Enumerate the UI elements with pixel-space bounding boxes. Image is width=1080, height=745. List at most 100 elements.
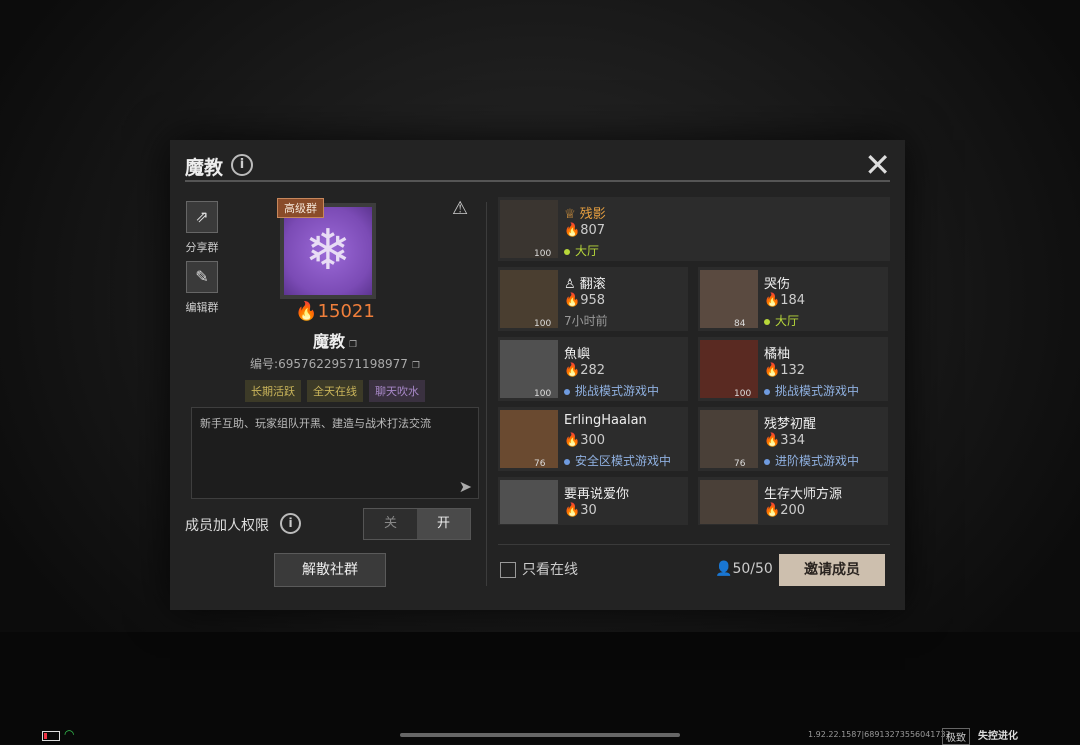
member-name: 橘柚 (764, 347, 791, 362)
brand-logo: 失控进化 (978, 731, 1018, 742)
crown-icon: ♕ (564, 207, 576, 222)
member-level: 100 (534, 319, 552, 329)
member-heat-value: 132 (780, 363, 806, 378)
invite-member-button[interactable]: 邀请成员 (779, 554, 885, 586)
member-heat: 🔥334 (764, 433, 805, 448)
member-heat-value: 300 (580, 433, 606, 448)
share-label: 分享群 (185, 241, 219, 254)
group-tags: 长期活跃 全天在线 聊天吹水 (185, 380, 485, 402)
member-heat-value: 807 (580, 223, 606, 238)
status-dot (564, 248, 570, 255)
member-status-text: 进阶模式游戏中 (775, 454, 860, 468)
group-info-section: ⇗ 分享群 ✎ 编辑群 ❄ 高级群 ⚠ 🔥15021 魔教 ❐ 编号:695762… (185, 195, 485, 595)
member-avatar (700, 270, 758, 328)
member-heat-value: 282 (580, 363, 606, 378)
status-dot (764, 388, 770, 395)
member-status: 进阶模式游戏中 (764, 452, 859, 469)
share-group-button[interactable]: ⇗ 分享群 (185, 201, 219, 255)
panel-title: 魔教 (185, 157, 224, 179)
report-warning-icon[interactable]: ⚠ (452, 198, 468, 219)
member-level: 100 (534, 249, 552, 259)
member-status-text: 大厅 (775, 314, 800, 328)
permission-info-icon[interactable]: i (280, 513, 301, 534)
member-name: 魚嶼 (564, 347, 591, 362)
toggle-off[interactable]: 关 (364, 509, 417, 539)
dissolve-group-button[interactable]: 解散社群 (274, 553, 386, 587)
member-heat-value: 958 (580, 293, 606, 308)
member-level: 76 (534, 459, 546, 469)
member-card[interactable]: 100 ♙ 翻滚 🔥958 7小时前 (498, 267, 688, 331)
member-name-text: 残影 (579, 207, 606, 222)
member-card[interactable]: 生存大师方源 🔥200 (698, 477, 888, 525)
member-card[interactable]: 100 ♕ 残影 🔥807 大厅 (498, 197, 890, 261)
member-status: 7小时前 (564, 314, 608, 328)
member-name: ♙ 翻滚 (564, 273, 606, 292)
copy-id-icon[interactable]: ❐ (412, 361, 420, 371)
member-heat: 🔥300 (564, 433, 605, 448)
online-only-checkbox[interactable] (500, 562, 516, 578)
toggle-on[interactable]: 开 (417, 509, 470, 539)
flame-icon: 🔥 (564, 223, 581, 238)
status-dot (564, 388, 570, 395)
member-heat: 🔥282 (564, 363, 605, 378)
member-heat: 🔥807 (564, 223, 605, 238)
member-avatar (500, 480, 558, 524)
version-text: 1.92.22.1587|68913273556041732 (808, 730, 951, 739)
member-status: 大厅 (764, 312, 799, 329)
heat-value: 15021 (317, 301, 375, 322)
flame-icon: 🔥 (564, 363, 581, 378)
member-avatar (700, 480, 758, 524)
share-icon: ⇗ (186, 201, 218, 233)
member-count-text: 50/50 (732, 561, 773, 577)
member-status: 挑战模式游戏中 (764, 382, 859, 399)
list-divider (498, 544, 890, 545)
member-card[interactable]: 76 残梦初醒 🔥334 进阶模式游戏中 (698, 407, 888, 471)
member-name: ErlingHaalan (564, 413, 647, 428)
close-icon[interactable]: ✕ (864, 146, 891, 184)
member-level: 100 (534, 389, 552, 399)
battery-icon (42, 731, 60, 741)
tag: 全天在线 (307, 380, 363, 402)
member-card[interactable]: 84 哭伤 🔥184 大厅 (698, 267, 888, 331)
send-icon[interactable]: ➤ (459, 477, 472, 496)
status-dot (764, 458, 770, 465)
member-heat-value: 30 (580, 503, 597, 518)
member-level: 76 (734, 459, 746, 469)
member-heat-value: 200 (780, 503, 806, 518)
member-level: 100 (734, 389, 752, 399)
info-icon[interactable]: i (231, 154, 253, 176)
quality-badge: 极致 (942, 728, 970, 745)
member-status-text: 挑战模式游戏中 (575, 384, 660, 398)
copy-name-icon[interactable]: ❐ (349, 340, 357, 350)
status-dot (564, 458, 570, 465)
member-heat: 🔥200 (764, 503, 805, 518)
member-heat: 🔥30 (564, 503, 597, 518)
group-id: 编号:69576229571198977 ❐ (185, 355, 485, 372)
permission-toggle[interactable]: 关开 (363, 508, 471, 540)
flame-icon: 🔥 (295, 301, 318, 322)
flame-icon: 🔥 (564, 433, 581, 448)
member-name: 要再说爱你 (564, 487, 630, 502)
member-name: 残梦初醒 (764, 417, 817, 432)
member-name: ♕ 残影 (564, 203, 606, 222)
avatar-image: ❄ (284, 207, 372, 295)
permission-label: 成员加人权限 (185, 518, 269, 534)
member-card[interactable]: 100 橘柚 🔥132 挑战模式游戏中 (698, 337, 888, 401)
description-text: 新手互助、玩家组队开黑、建造与战术打法交流 (200, 417, 431, 430)
member-card[interactable]: 100 魚嶼 🔥282 挑战模式游戏中 (498, 337, 688, 401)
online-only-label[interactable]: 只看在线 (522, 559, 578, 579)
member-heat: 🔥132 (764, 363, 805, 378)
flame-icon: 🔥 (564, 503, 581, 518)
member-card[interactable]: 要再说爱你 🔥30 (498, 477, 688, 525)
member-card[interactable]: 76 ErlingHaalan 🔥300 安全区模式游戏中 (498, 407, 688, 471)
home-indicator[interactable] (400, 733, 680, 737)
tag: 长期活跃 (245, 380, 301, 402)
group-description[interactable]: 新手互助、玩家组队开黑、建造与战术打法交流 ➤ (191, 407, 479, 499)
member-name: 哭伤 (764, 277, 791, 292)
status-dot (764, 318, 770, 325)
group-id-text: 编号:69576229571198977 (250, 357, 408, 371)
member-status: 安全区模式游戏中 (564, 452, 671, 469)
member-status-text: 挑战模式游戏中 (775, 384, 860, 398)
group-heat: 🔥15021 (185, 301, 485, 322)
group-name: 魔教 ❐ (185, 328, 485, 352)
